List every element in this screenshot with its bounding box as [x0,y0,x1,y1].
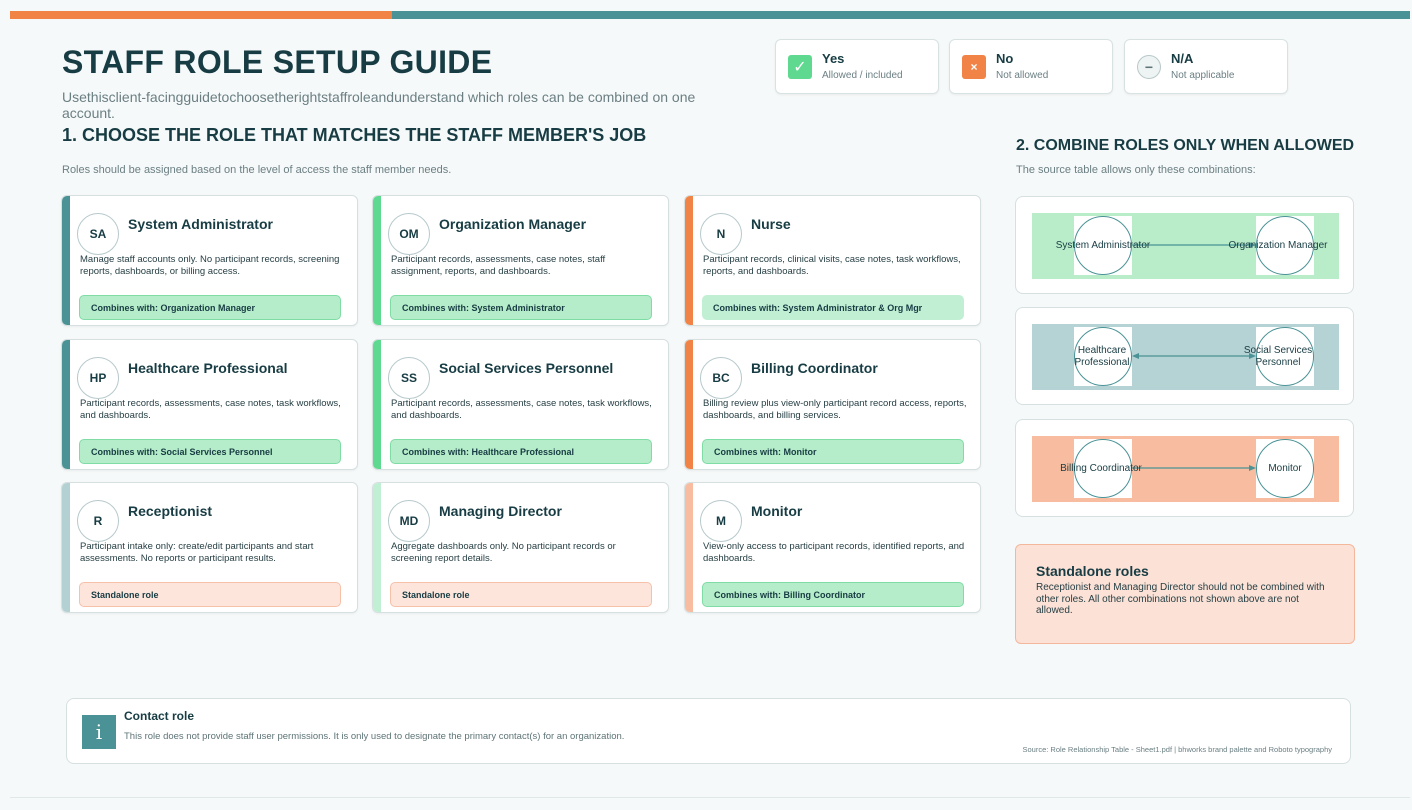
combination-left-label: System Administrator [1055,240,1151,251]
role-combination-badge: Standalone role [390,582,652,607]
role-description: Manage staff accounts only. No participa… [80,254,340,277]
legend-yes-note: Allowed / included [822,69,903,81]
role-combination-badge: Combines with: System Administrator & Or… [702,295,964,320]
role-stripe [373,483,381,612]
role-avatar: N [700,213,742,255]
role-name: Organization Manager [439,216,587,232]
combination-left-label: Healthcare Professional [1074,345,1130,368]
combination-right-label: Social Services Personnel [1243,345,1313,368]
role-description: View-only access to participant records,… [703,541,965,564]
combination-left-label: Billing Coordinator [1060,463,1142,474]
role-avatar: HP [77,357,119,399]
role-stripe [685,340,693,469]
info-icon: i [82,715,116,749]
section-2-note: The source table allows only these combi… [1016,164,1256,176]
cross-icon: × [962,54,986,79]
role-combination-badge: Combines with: Billing Coordinator [702,582,964,607]
role-name: Social Services Personnel [439,360,614,376]
minus-icon: − [1137,54,1161,79]
role-name: Billing Coordinator [751,360,878,376]
role-card-managing-director: MD Managing Director Aggregate dashboard… [372,482,669,613]
legend-na-label: N/A [1171,50,1194,66]
section-2-heading: 2. COMBINE ROLES ONLY WHEN ALLOWED [1016,137,1355,154]
role-stripe [62,196,70,325]
role-combination-badge: Standalone role [79,582,341,607]
role-card-healthcare-professional: HP Healthcare Professional Participant r… [61,339,358,470]
role-name: Monitor [751,503,803,519]
role-stripe [373,196,381,325]
role-description: Participant records, assessments, case n… [391,398,652,421]
legend-no-note: Not allowed [996,69,1049,81]
role-card-organization-manager: OM Organization Manager Participant reco… [372,195,669,326]
role-card-social-services-personnel: SS Social Services Personnel Participant… [372,339,669,470]
role-card-monitor: M Monitor View-only access to participan… [684,482,981,613]
role-description: Participant intake only: create/edit par… [80,541,314,564]
section-1-heading: 1. CHOOSE THE ROLE THAT MATCHES THE STAF… [62,125,647,145]
top-accent-bar [10,11,1410,19]
role-description: Participant records, clinical visits, ca… [703,254,961,277]
page-title: STAFF ROLE SETUP GUIDE [62,44,493,80]
role-card-nurse: N Nurse Participant records, clinical vi… [684,195,981,326]
role-avatar: M [700,500,742,542]
combination-right-label: Organization Manager [1228,240,1328,251]
contact-role-panel: i Contact role This role does not provid… [66,698,1351,764]
page-subtitle: Usethisclient-facingguidetochoosetherigh… [62,89,696,121]
contact-body: This role does not provide staff user pe… [124,731,625,742]
standalone-body: Receptionist and Managing Director shoul… [1036,582,1325,616]
role-card-billing-coordinator: BC Billing Coordinator Billing review pl… [684,339,981,470]
role-combination-badge: Combines with: Monitor [702,439,964,464]
role-combination-badge: Combines with: System Administrator [390,295,652,320]
check-icon: ✓ [788,54,812,79]
section-1-note: Roles should be assigned based on the le… [62,164,452,176]
role-avatar: SS [388,357,430,399]
role-name: Receptionist [128,503,213,519]
role-avatar: OM [388,213,430,255]
role-stripe [685,196,693,325]
role-description: Participant records, assessments, case n… [80,398,341,421]
role-name: Nurse [751,216,791,232]
role-combination-badge: Combines with: Healthcare Professional [390,439,652,464]
role-avatar: R [77,500,119,542]
legend-yes-label: Yes [822,50,845,66]
combination-right-label: Monitor [1268,463,1302,474]
role-description: Aggregate dashboards only. No participan… [391,541,616,564]
role-combination-badge: Combines with: Social Services Personnel [79,439,341,464]
contact-heading: Contact role [124,709,195,723]
role-card-receptionist: R Receptionist Participant intake only: … [61,482,358,613]
role-combination-badge: Combines with: Organization Manager [79,295,341,320]
role-stripe [62,340,70,469]
role-avatar: SA [77,213,119,255]
role-description: Billing review plus view-only participan… [703,398,967,421]
legend-na: − N/A Not applicable [1124,39,1288,94]
combination-band: Healthcare Professional Social Services … [1032,324,1339,390]
role-name: System Administrator [128,216,273,232]
combination-band: Billing Coordinator Monitor [1032,436,1339,502]
combination-hp-ss: Healthcare Professional Social Services … [1015,307,1354,405]
bottom-divider [10,797,1410,798]
combination-band: System Administrator Organization Manage… [1032,213,1339,279]
source-note: Source: Role Relationship Table - Sheet1… [1022,745,1332,754]
standalone-heading: Standalone roles [1036,563,1149,579]
legend-no-label: No [996,50,1014,66]
role-name: Managing Director [439,503,562,519]
role-avatar: MD [388,500,430,542]
role-stripe [62,483,70,612]
role-card-system-administrator: SA System Administrator Manage staff acc… [61,195,358,326]
top-accent-teal [392,11,1410,19]
role-stripe [685,483,693,612]
legend-yes: ✓ Yes Allowed / included [775,39,939,94]
role-stripe [373,340,381,469]
role-description: Participant records, assessments, case n… [391,254,606,277]
top-accent-orange [10,11,392,19]
combination-sa-om: System Administrator Organization Manage… [1015,196,1354,294]
legend-na-note: Not applicable [1171,69,1235,81]
role-name: Healthcare Professional [128,360,288,376]
role-avatar: BC [700,357,742,399]
standalone-roles-note: Standalone roles Receptionist and Managi… [1015,544,1355,644]
legend-no: × No Not allowed [949,39,1113,94]
combination-bc-monitor: Billing Coordinator Monitor [1015,419,1354,517]
